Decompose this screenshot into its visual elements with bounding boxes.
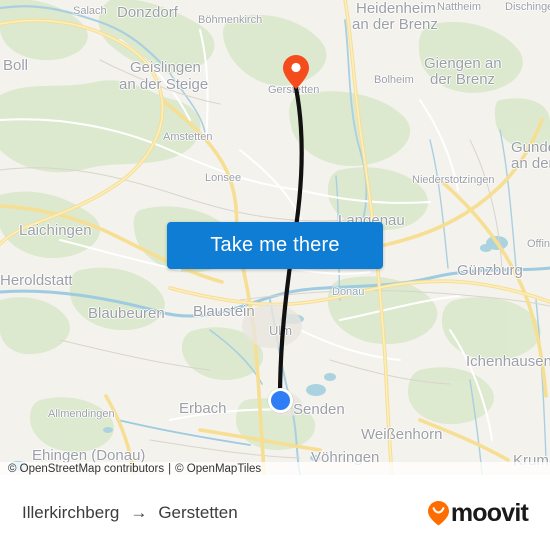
destination-name: Gerstetten	[158, 503, 238, 522]
map-canvas[interactable]: Salach Donzdorf Böhmenkirch Heidenheim an de…	[0, 0, 550, 475]
moovit-wordmark: moovit	[450, 498, 529, 527]
arrow-right-icon: →	[130, 503, 148, 522]
attribution-separator: |	[168, 462, 172, 475]
take-me-there-label: Take me there	[210, 234, 340, 256]
moovit-logo[interactable]: moovit	[427, 498, 529, 528]
origin-marker-icon[interactable]	[268, 388, 293, 413]
map-share-card: Salach Donzdorf Böhmenkirch Heidenheim an de…	[0, 0, 550, 550]
take-me-there-button[interactable]: Take me there	[167, 222, 383, 269]
destination-marker-icon[interactable]	[283, 55, 309, 89]
footer-bar: Illerkirchberg → Gerstetten moovit	[0, 475, 550, 550]
origin-name: Illerkirchberg	[22, 503, 120, 522]
moovit-pin-icon	[427, 501, 449, 526]
map-attribution: © OpenStreetMap contributors | © OpenMap…	[0, 462, 550, 475]
route-summary: Illerkirchberg → Gerstetten	[22, 503, 238, 523]
openmaptiles-attribution-link[interactable]: © OpenMapTiles	[175, 463, 261, 475]
osm-attribution-link[interactable]: © OpenStreetMap contributors	[8, 463, 164, 475]
